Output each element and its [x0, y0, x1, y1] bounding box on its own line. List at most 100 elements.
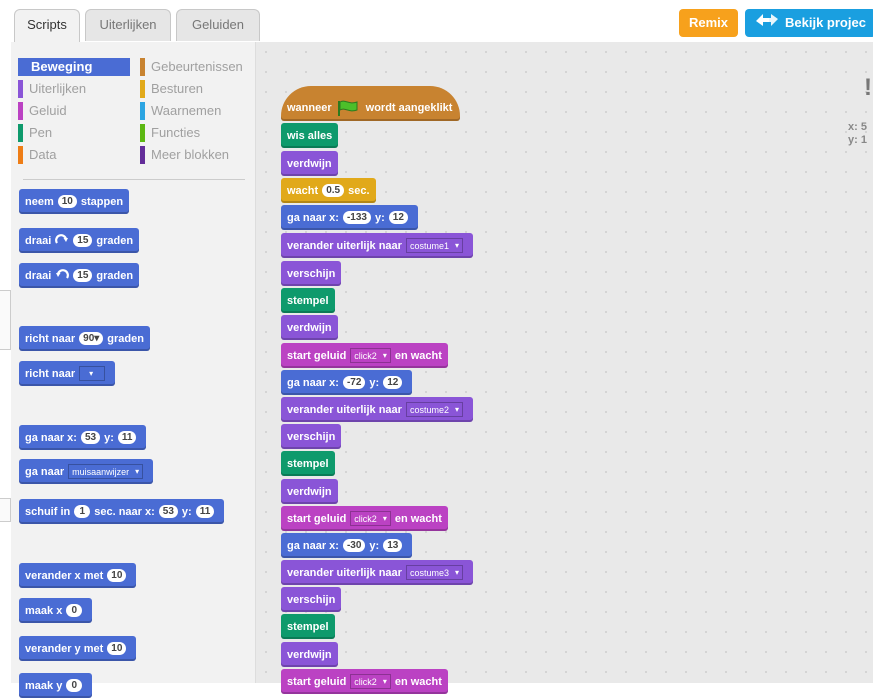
block-text: wanneer — [287, 101, 332, 114]
costume-dropdown[interactable]: costume2 ▾ — [405, 402, 463, 417]
number-input[interactable]: 10 — [57, 195, 77, 208]
block-go-to-xy[interactable]: ga naar x: -30 y: 13 — [281, 533, 413, 558]
block-stamp[interactable]: stempel — [281, 451, 335, 476]
number-input[interactable]: 0 — [66, 679, 83, 692]
block-hide[interactable]: verdwijn — [281, 479, 338, 504]
sound-dropdown[interactable]: click2 ▾ — [350, 674, 391, 689]
dropdown-arrow-icon: ▾ — [454, 241, 459, 250]
block-switch-costume[interactable]: verander uiterlijk naar costume3 ▾ — [281, 560, 473, 585]
seconds-input[interactable]: 1 — [74, 505, 91, 518]
target-dropdown[interactable]: ▾ — [79, 366, 106, 381]
number-input[interactable]: 10 — [107, 642, 127, 655]
swatch — [140, 58, 145, 76]
block-hide[interactable]: verdwijn — [281, 642, 338, 667]
mouse-x-readout: x: 5 — [848, 121, 867, 133]
block-text: start geluid — [287, 675, 347, 688]
sound-dropdown[interactable]: click2 ▾ — [350, 511, 391, 526]
swatch — [140, 102, 145, 120]
block-play-sound-until-done[interactable]: start geluid click2 ▾ en wacht — [281, 343, 448, 368]
block-clear[interactable]: wis alles — [281, 123, 339, 148]
x-input[interactable]: -133 — [342, 211, 371, 224]
block-set-y[interactable]: maak y0 — [19, 673, 93, 698]
block-text: richt naar — [25, 332, 76, 345]
block-text: richt naar — [25, 367, 76, 380]
block-switch-costume[interactable]: verander uiterlijk naar costume1 ▾ — [281, 233, 473, 258]
block-text: maak x — [25, 604, 63, 617]
costume-dropdown[interactable]: costume1 ▾ — [405, 238, 463, 253]
block-turn-left[interactable]: draai 15 graden — [19, 263, 140, 288]
category-label: Waarnemen — [151, 103, 222, 118]
dropdown-arrow-icon: ▾ — [382, 351, 387, 360]
remix-button[interactable]: Remix — [679, 9, 739, 37]
sound-dropdown[interactable]: click2 ▾ — [350, 348, 391, 363]
category-label: Meer blokken — [151, 147, 230, 162]
block-text: verschijn — [287, 593, 336, 606]
rotate-clockwise-icon — [55, 233, 69, 248]
block-hide[interactable]: verdwijn — [281, 315, 338, 340]
block-change-x[interactable]: verander x met 10 — [19, 563, 137, 588]
category-motion[interactable]: Beweging — [18, 58, 130, 76]
block-wait[interactable]: wacht 0.5 sec. — [281, 178, 376, 203]
x-input[interactable]: 53 — [158, 505, 178, 518]
block-text: stappen — [80, 195, 124, 208]
block-move-steps[interactable]: neem 10 stappen — [19, 189, 130, 214]
block-go-to[interactable]: ga naar muisaanwijzer ▾ — [19, 459, 154, 484]
costume-dropdown[interactable]: costume3 ▾ — [405, 565, 463, 580]
y-input[interactable]: 12 — [383, 376, 403, 389]
block-stamp[interactable]: stempel — [281, 288, 335, 313]
number-input[interactable]: 15 — [73, 269, 93, 282]
block-set-x[interactable]: maak x0 — [19, 598, 93, 623]
block-turn-right[interactable]: draai 15 graden — [19, 228, 140, 253]
direction-input[interactable]: 90▾ — [79, 332, 104, 345]
block-text: ga naar — [25, 465, 65, 478]
block-text: verander uiterlijk naar — [287, 566, 402, 579]
block-text: stempel — [287, 620, 329, 633]
block-show[interactable]: verschijn — [281, 587, 342, 612]
block-glide[interactable]: schuif in 1 sec. naar x: 53 y: 11 — [19, 499, 225, 524]
block-show[interactable]: verschijn — [281, 424, 342, 449]
block-text: verander uiterlijk naar — [287, 239, 402, 252]
block-text: verdwijn — [287, 648, 332, 661]
seconds-input[interactable]: 0.5 — [322, 184, 345, 197]
target-dropdown[interactable]: muisaanwijzer ▾ — [68, 464, 144, 479]
dropdown-value: costume2 — [409, 404, 449, 415]
x-input[interactable]: -72 — [342, 376, 366, 389]
dropdown-arrow-icon: ▾ — [454, 568, 459, 577]
block-go-to-xy[interactable]: ga naar x: 53 y: 11 — [19, 425, 147, 450]
swatch — [18, 80, 23, 98]
number-input[interactable]: 0 — [66, 604, 83, 617]
tab-scripts[interactable]: Scripts — [14, 9, 80, 43]
y-input[interactable]: 13 — [383, 539, 403, 552]
tab-costumes[interactable]: Uiterlijken — [85, 9, 171, 41]
block-hide[interactable]: verdwijn — [281, 151, 338, 176]
number-input[interactable]: 15 — [73, 234, 93, 247]
see-project-button[interactable]: Bekijk projec — [745, 9, 873, 37]
block-point-in-direction[interactable]: richt naar 90▾ graden — [19, 326, 150, 351]
y-input[interactable]: 11 — [117, 431, 137, 444]
block-go-to-xy[interactable]: ga naar x: -133 y: 12 — [281, 205, 418, 230]
tab-sounds[interactable]: Geluiden — [176, 9, 260, 41]
block-play-sound-until-done[interactable]: start geluid click2 ▾ en wacht — [281, 669, 448, 694]
block-show[interactable]: verschijn — [281, 261, 342, 286]
edge-panel — [0, 290, 11, 350]
block-text: draai — [25, 234, 52, 247]
x-input[interactable]: 53 — [80, 431, 101, 444]
block-go-to-xy[interactable]: ga naar x: -72 y: 12 — [281, 370, 413, 395]
number-input[interactable]: 10 — [107, 569, 127, 582]
y-input[interactable]: 11 — [195, 505, 215, 518]
dropdown-value: click2 — [354, 513, 377, 524]
y-input[interactable]: 12 — [388, 211, 408, 224]
block-text: verander uiterlijk naar — [287, 403, 402, 416]
script-area[interactable]: wanneer wordt aangeklikt wis alles verdw… — [256, 42, 873, 694]
block-switch-costume[interactable]: verander uiterlijk naar costume2 ▾ — [281, 397, 473, 422]
block-text: verschijn — [287, 430, 336, 443]
sync-arrows-icon — [753, 10, 781, 38]
block-stamp[interactable]: stempel — [281, 614, 335, 639]
block-when-flag-clicked[interactable]: wanneer wordt aangeklikt — [281, 86, 461, 121]
block-point-towards[interactable]: richt naar ▾ — [19, 361, 116, 386]
see-project-label: Bekijk projec — [785, 15, 866, 30]
x-input[interactable]: -30 — [342, 539, 366, 552]
stage-exclamation: ! — [864, 74, 872, 101]
block-play-sound-until-done[interactable]: start geluid click2 ▾ en wacht — [281, 506, 448, 531]
block-change-y[interactable]: verander y met 10 — [19, 636, 137, 661]
